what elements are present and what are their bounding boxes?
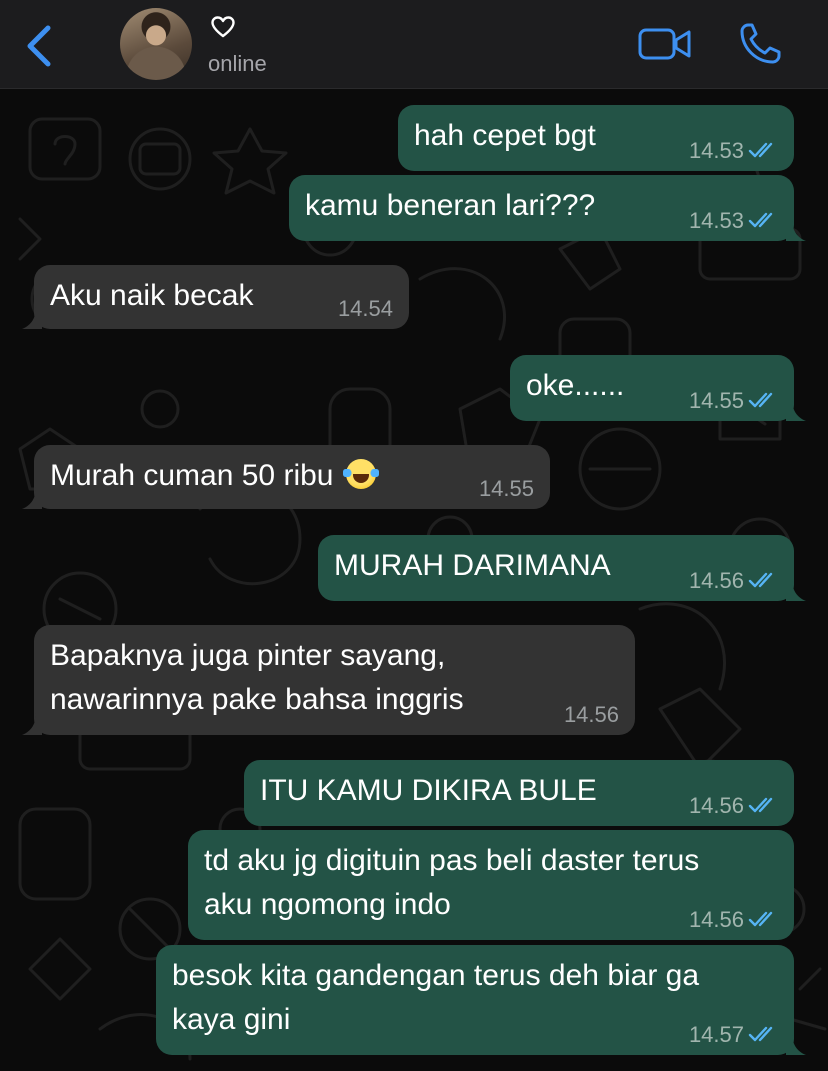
message-text-content: Aku naik becak — [50, 279, 254, 312]
phone-call-icon[interactable] — [738, 22, 782, 66]
incoming-message-bubble[interactable]: Murah cuman 50 ribu 14.55 — [22, 445, 550, 509]
message-text-content: besok kita gandengan terus deh biar ga k… — [172, 959, 700, 1036]
message-text-content: Bapaknya juga pinter sayang, nawarinnya … — [50, 639, 464, 716]
message-text-content: oke...... — [526, 369, 625, 402]
message-timestamp: 14.54 — [337, 296, 393, 321]
bubble-tail — [786, 399, 806, 421]
laughing-tears-emoji-icon — [342, 459, 379, 489]
back-chevron-icon[interactable] — [22, 24, 56, 68]
message-timestamp: 14.56 — [688, 907, 744, 932]
bubble-tail — [786, 579, 806, 601]
bubble-tail — [22, 307, 42, 329]
message-timestamp: 14.53 — [688, 208, 744, 233]
contact-status: online — [208, 51, 267, 76]
bubble-tail — [786, 219, 806, 241]
read-receipt-double-check-icon — [748, 797, 773, 813]
read-receipt-double-check-icon — [748, 572, 773, 588]
message-timestamp: 14.56 — [563, 702, 619, 727]
message-timestamp: 14.57 — [688, 1022, 744, 1047]
outgoing-message-bubble[interactable]: MURAH DARIMANA 14.56 — [318, 535, 806, 601]
read-receipt-double-check-icon — [748, 911, 773, 927]
outgoing-message-bubble[interactable]: td aku jg digituin pas beli daster terus… — [188, 830, 794, 940]
message-text-content: ITU KAMU DIKIRA BULE — [260, 774, 597, 807]
message-text-content: hah cepet bgt — [414, 119, 596, 152]
message-timestamp: 14.55 — [478, 476, 534, 501]
read-receipt-double-check-icon — [748, 392, 773, 408]
outgoing-message-bubble[interactable]: hah cepet bgt 14.53 — [398, 105, 794, 171]
bubble-tail — [22, 487, 42, 509]
message-text-content: td aku jg digituin pas beli daster terus… — [204, 844, 700, 921]
incoming-message-bubble[interactable]: Bapaknya juga pinter sayang, nawarinnya … — [22, 625, 635, 735]
bubble-tail — [22, 713, 42, 735]
message-text-content: Murah cuman 50 ribu — [50, 459, 334, 492]
message-timestamp: 14.56 — [688, 568, 744, 593]
message-text: besok kita gandengan terus deh biar ga k… — [172, 954, 778, 1042]
message-text: Bapaknya juga pinter sayang, nawarinnya … — [50, 634, 619, 722]
read-receipt-double-check-icon — [748, 1026, 773, 1042]
outgoing-message-bubble[interactable]: oke...... 14.55 — [510, 355, 806, 421]
message-timestamp: 14.53 — [688, 138, 744, 163]
incoming-message-bubble[interactable]: Aku naik becak 14.54 — [22, 265, 409, 329]
chat-header: online — [0, 0, 828, 89]
message-timestamp: 14.55 — [688, 388, 744, 413]
outgoing-message-bubble[interactable]: ITU KAMU DIKIRA BULE 14.56 — [244, 760, 794, 826]
bubble-tail — [786, 1033, 806, 1055]
read-receipt-double-check-icon — [748, 142, 773, 158]
message-text: Murah cuman 50 ribu — [50, 454, 534, 498]
message-timestamp: 14.56 — [688, 793, 744, 818]
message-text-content: kamu beneran lari??? — [305, 189, 596, 222]
contact-avatar[interactable] — [120, 8, 192, 80]
outgoing-message-bubble[interactable]: kamu beneran lari??? 14.53 — [289, 175, 806, 241]
outgoing-message-bubble[interactable]: besok kita gandengan terus deh biar ga k… — [156, 945, 806, 1055]
heart-icon — [211, 16, 235, 38]
video-call-icon[interactable] — [638, 24, 692, 64]
chat-area[interactable]: hah cepet bgt 14.53 kamu beneran lari??? 14… — [0, 89, 828, 1071]
read-receipt-double-check-icon — [748, 212, 773, 228]
message-text-content: MURAH DARIMANA — [334, 549, 611, 582]
